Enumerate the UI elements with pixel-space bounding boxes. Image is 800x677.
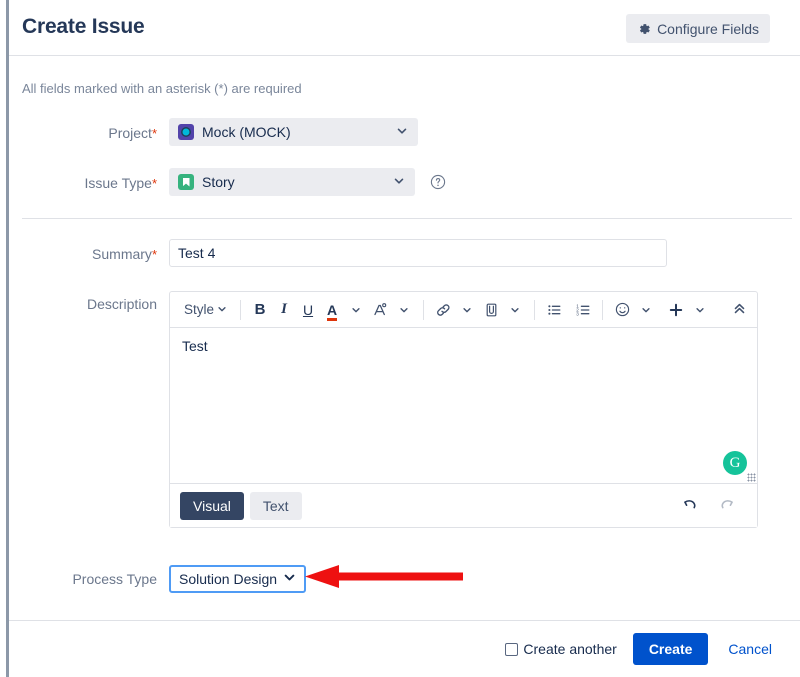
chevron-double-up-icon: [732, 301, 747, 319]
underline-button[interactable]: U: [296, 297, 320, 323]
dialog-footer: Create another Create Cancel: [9, 621, 800, 677]
toolbar-separator: [534, 299, 536, 320]
gear-icon: [637, 22, 651, 36]
section-divider: [22, 218, 792, 219]
grammarly-badge[interactable]: G: [723, 451, 747, 475]
create-button[interactable]: Create: [632, 633, 709, 665]
configure-fields-label: Configure Fields: [657, 20, 759, 37]
chevron-down-icon: [393, 174, 405, 190]
text-color-button[interactable]: A: [320, 297, 344, 323]
undo-icon[interactable]: [682, 496, 699, 516]
process-type-value: Solution Design: [179, 571, 278, 587]
page-title: Create Issue: [22, 15, 145, 38]
project-avatar-icon: [178, 124, 194, 140]
project-select-value: Mock (MOCK): [202, 124, 291, 140]
highlight-color-chevron[interactable]: [392, 297, 416, 323]
summary-input[interactable]: [169, 239, 667, 267]
editor-toolbar: Style B I U A 1 2 3: [170, 292, 757, 328]
text-color-swatch: [326, 317, 338, 321]
emoji-chevron[interactable]: [634, 297, 658, 323]
project-label: Project*: [108, 125, 157, 141]
issue-type-help-icon[interactable]: [430, 174, 446, 190]
issue-type-select[interactable]: Story: [169, 168, 415, 196]
collapse-toolbar-button[interactable]: [732, 301, 747, 319]
issue-type-label: Issue Type*: [84, 175, 157, 191]
tab-text[interactable]: Text: [249, 491, 302, 520]
dialog-header: Create Issue Configure Fields: [9, 0, 800, 56]
text-color-chevron[interactable]: [344, 297, 368, 323]
description-label: Description: [86, 296, 157, 312]
plus-icon[interactable]: [664, 297, 688, 323]
toolbar-separator: [602, 299, 604, 320]
description-text: Test: [182, 338, 208, 354]
issue-type-select-value: Story: [202, 174, 235, 190]
create-issue-dialog: Create Issue Configure Fields All fields…: [9, 0, 800, 677]
red-arrow-annotation: [305, 563, 475, 594]
toolbar-separator: [240, 299, 242, 320]
required-fields-note: All fields marked with an asterisk (*) a…: [22, 81, 302, 96]
create-another-checkbox[interactable]: Create another: [505, 641, 617, 657]
toolbar-separator: [423, 299, 425, 320]
insert-chevron[interactable]: [688, 297, 712, 323]
tab-visual[interactable]: Visual: [180, 491, 244, 520]
redo-icon[interactable]: [718, 496, 735, 516]
numbered-list-icon[interactable]: 1 2 3: [571, 297, 595, 323]
process-type-select[interactable]: Solution Design: [169, 565, 307, 593]
link-icon[interactable]: [431, 297, 455, 323]
link-chevron[interactable]: [455, 297, 479, 323]
description-content-area[interactable]: Test G: [170, 328, 757, 483]
summary-label: Summary*: [92, 246, 157, 262]
chevron-down-icon: [396, 124, 408, 140]
process-type-label: Process Type: [72, 571, 157, 587]
chevron-down-icon: [217, 302, 227, 317]
chevron-down-icon: [283, 571, 296, 587]
emoji-icon[interactable]: [610, 297, 634, 323]
description-editor: Style B I U A 1 2 3 Test G Visual Text: [169, 291, 758, 528]
bullet-list-icon[interactable]: [542, 297, 566, 323]
paperclip-icon[interactable]: [479, 297, 503, 323]
bold-button[interactable]: B: [248, 297, 272, 323]
editor-resize-handle[interactable]: [747, 473, 756, 482]
italic-button[interactable]: I: [272, 297, 296, 323]
configure-fields-button[interactable]: Configure Fields: [626, 14, 770, 43]
create-another-label: Create another: [523, 641, 617, 657]
style-dropdown[interactable]: Style: [178, 297, 233, 323]
checkbox-box[interactable]: [505, 642, 519, 656]
attach-chevron[interactable]: [503, 297, 527, 323]
project-select[interactable]: Mock (MOCK): [169, 118, 418, 146]
editor-footer: Visual Text: [170, 483, 757, 527]
highlight-color-button[interactable]: [368, 297, 392, 323]
cancel-button[interactable]: Cancel: [722, 640, 778, 658]
story-icon: [178, 174, 194, 190]
svg-text:3: 3: [576, 311, 579, 316]
